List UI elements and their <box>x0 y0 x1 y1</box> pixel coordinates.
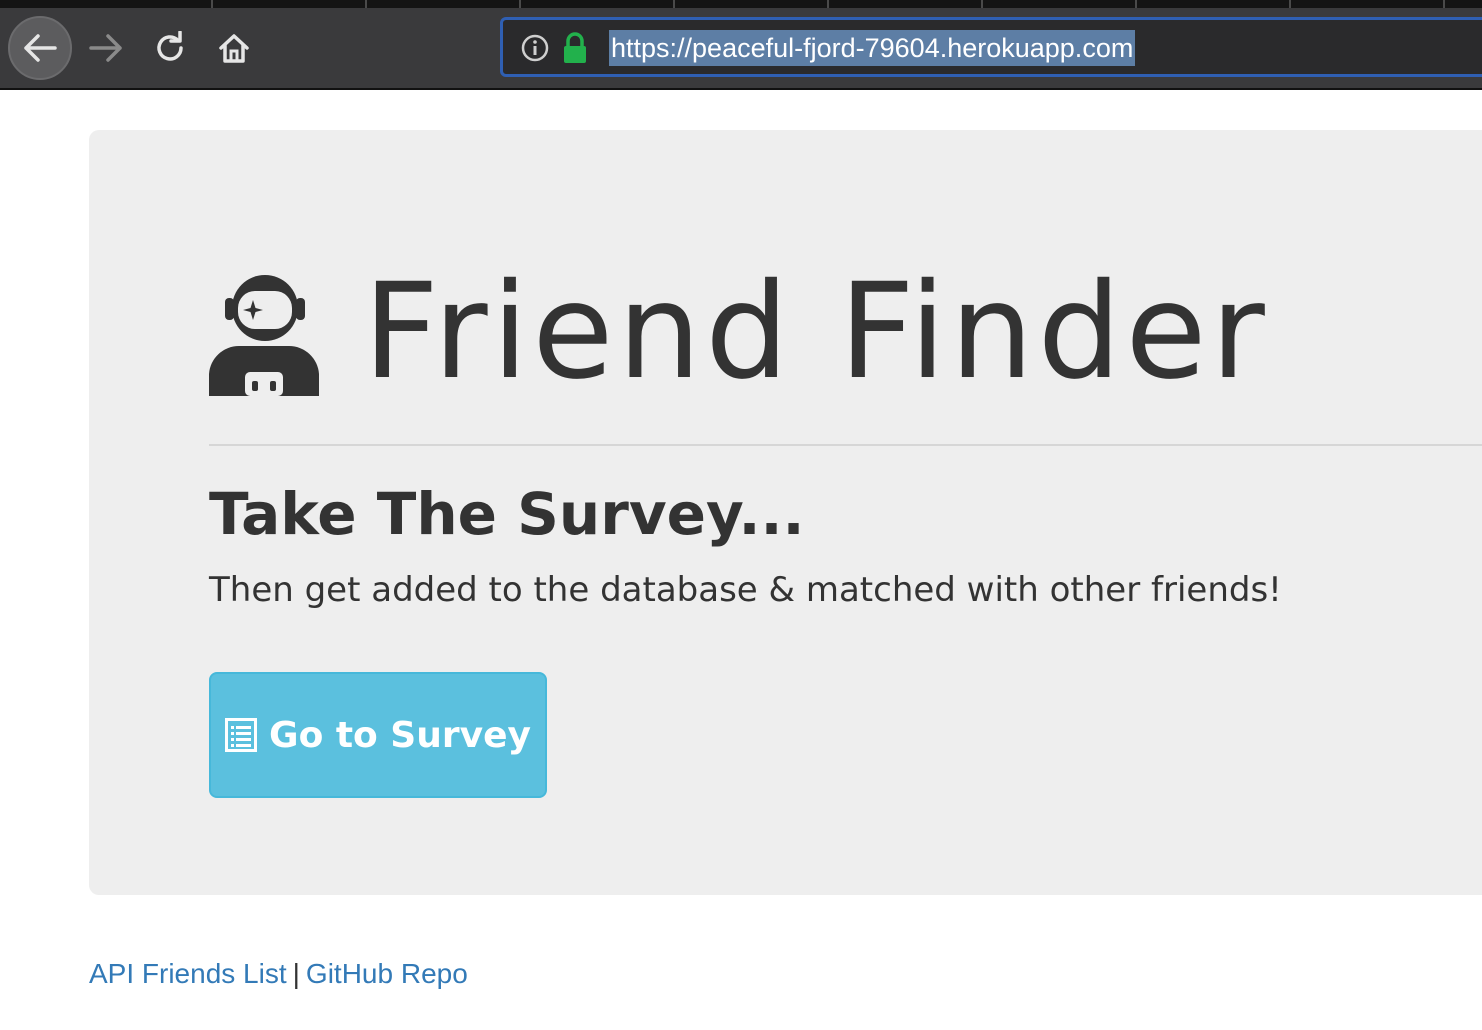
tab-separator <box>1289 0 1291 8</box>
home-icon <box>219 34 249 63</box>
info-icon[interactable] <box>521 34 549 62</box>
home-button[interactable] <box>202 16 266 80</box>
go-to-survey-button[interactable]: Go to Survey <box>209 672 547 798</box>
tab-separator <box>981 0 983 8</box>
footer: API Friends List | GitHub Repo <box>89 958 468 990</box>
tab-separator <box>519 0 521 8</box>
tab-separator <box>365 0 367 8</box>
lock-icon[interactable] <box>561 32 589 64</box>
go-to-survey-label: Go to Survey <box>269 714 531 756</box>
tab-separator <box>673 0 675 8</box>
api-friends-list-link[interactable]: API Friends List <box>89 958 287 989</box>
github-repo-link[interactable]: GitHub Repo <box>306 958 468 989</box>
tab-strip <box>0 0 1482 8</box>
reload-icon <box>157 31 183 61</box>
url-text[interactable]: https://peaceful-fjord-79604.herokuapp.c… <box>609 30 1136 66</box>
reload-button[interactable] <box>138 16 202 80</box>
back-button[interactable] <box>8 16 72 80</box>
list-alt-icon <box>225 718 258 752</box>
tab-separator <box>211 0 213 8</box>
footer-separator: | <box>292 958 300 989</box>
subheading: Take The Survey... <box>209 480 805 548</box>
jumbotron: Friend Finder Take The Survey... Then ge… <box>89 130 1482 895</box>
browser-toolbar: https://peaceful-fjord-79604.herokuapp.c… <box>0 0 1482 90</box>
forward-arrow-icon <box>89 34 122 62</box>
page-header: Friend Finder <box>209 262 1269 402</box>
divider <box>209 444 1482 446</box>
forward-button[interactable] <box>74 16 138 80</box>
tab-separator <box>827 0 829 8</box>
tab-separator <box>1135 0 1137 8</box>
user-astronaut-icon <box>209 275 319 396</box>
back-arrow-icon <box>24 34 57 62</box>
tagline: Then get added to the database & matched… <box>209 570 1282 610</box>
page-title: Friend Finder <box>363 255 1269 409</box>
tab-separator <box>1443 0 1445 8</box>
address-bar[interactable]: https://peaceful-fjord-79604.herokuapp.c… <box>500 17 1482 77</box>
